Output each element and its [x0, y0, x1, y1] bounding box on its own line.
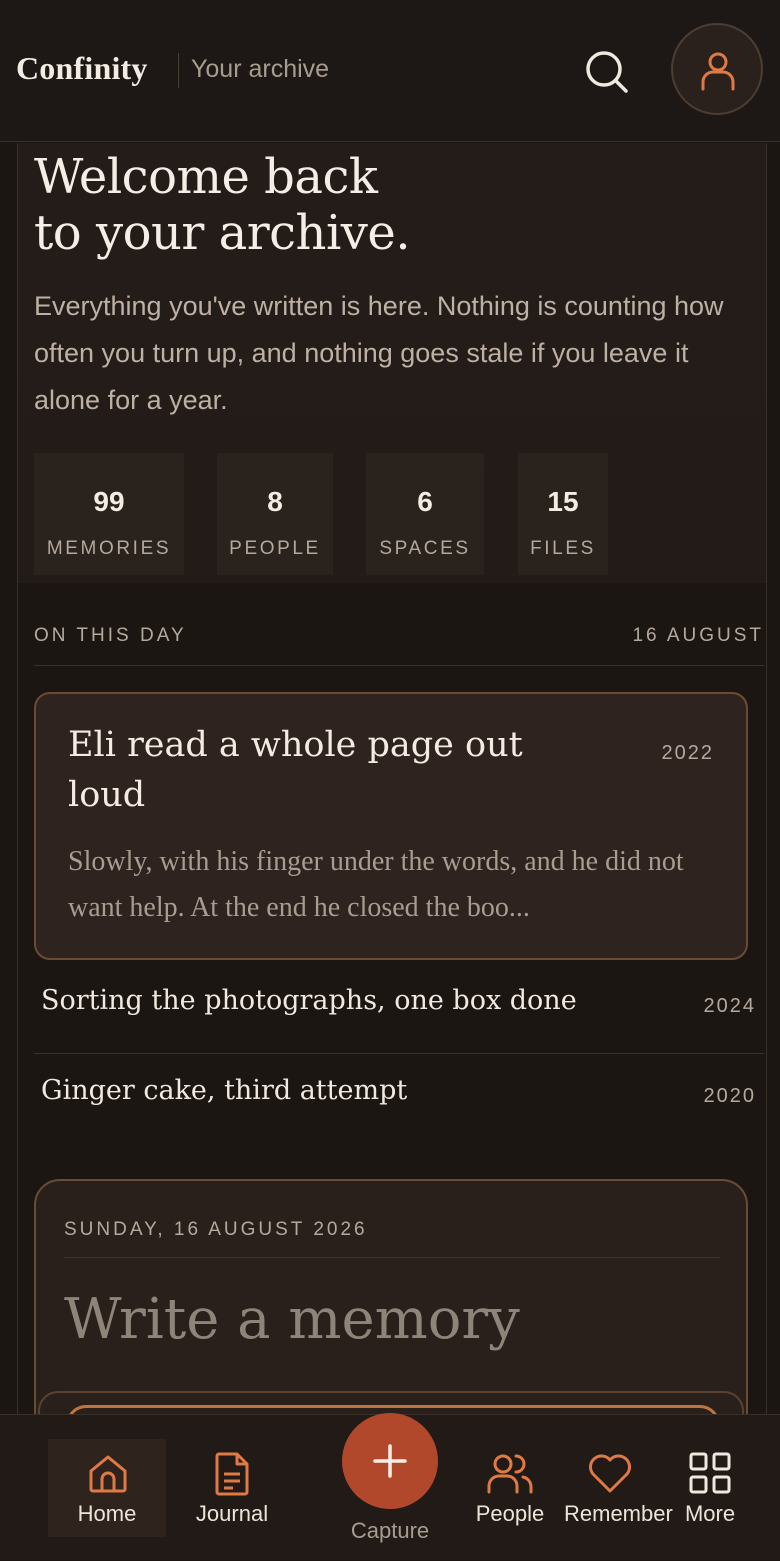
divider — [64, 1257, 720, 1258]
nav-label: Remember — [564, 1501, 673, 1526]
nav-remember[interactable]: Remember — [564, 1415, 673, 1561]
nav-more[interactable]: More — [680, 1415, 740, 1561]
stat-value: 8 — [267, 486, 283, 517]
stat-files[interactable]: 15 FILES — [518, 453, 608, 575]
nav-journal[interactable]: Journal — [188, 1415, 276, 1561]
memory-title: Eli read a whole page out loud — [68, 725, 523, 815]
nav-label: Home — [77, 1501, 137, 1526]
composer-title-input[interactable]: Write a memory — [64, 1287, 520, 1352]
stat-label: MEMORIES — [46, 538, 172, 559]
search-button[interactable] — [580, 45, 632, 97]
stat-memories[interactable]: 99 MEMORIES — [34, 453, 184, 575]
home-icon — [89, 1455, 127, 1493]
stat-spaces[interactable]: 6 SPACES — [366, 453, 484, 575]
memory-composer: SUNDAY, 16 AUGUST 2026 Write a memory — [34, 1179, 748, 1415]
featured-memory-card[interactable]: Eli read a whole page out loud 2022 Slow… — [34, 692, 748, 960]
stat-value: 15 — [547, 486, 579, 517]
heart-icon — [589, 1454, 631, 1493]
welcome-heading-line2: to your archive. — [34, 205, 411, 261]
on-this-day-header: ON THIS DAY 16 AUGUST — [34, 621, 764, 666]
nav-people[interactable]: People — [470, 1415, 550, 1561]
stat-label: SPACES — [379, 538, 471, 559]
memory-year: 2020 — [703, 1085, 756, 1107]
user-icon — [701, 52, 735, 91]
stat-label: PEOPLE — [229, 538, 321, 559]
memory-title: Ginger cake, third attempt — [41, 1075, 408, 1106]
plus-icon — [373, 1444, 407, 1478]
capture-button[interactable] — [342, 1413, 438, 1509]
memory-title: Sorting the photographs, one box done — [41, 985, 577, 1016]
memory-year: 2024 — [703, 995, 756, 1017]
composer-date: SUNDAY, 16 AUGUST 2026 — [64, 1219, 368, 1240]
list-item[interactable]: Sorting the photographs, one box done 20… — [34, 965, 764, 1054]
welcome-heading-line1: Welcome back — [34, 149, 378, 205]
people-icon — [487, 1454, 533, 1494]
app-logo[interactable]: Confinity — [16, 50, 148, 87]
grid-icon — [689, 1452, 731, 1494]
memory-excerpt: Slowly, with his finger under the words,… — [68, 846, 684, 923]
stat-people[interactable]: 8 PEOPLE — [217, 453, 333, 575]
stat-value: 6 — [417, 486, 433, 517]
stat-value: 99 — [93, 486, 125, 517]
profile-button[interactable] — [671, 23, 763, 115]
bottom-nav: Home Journal Capture People Remember Mor… — [0, 1413, 780, 1561]
nav-label: People — [475, 1501, 545, 1526]
top-bar: Confinity Your archive — [0, 0, 780, 142]
welcome-section: Welcome back to your archive. Everything… — [18, 143, 766, 583]
nav-label: Journal — [195, 1501, 269, 1526]
section-date: 16 AUGUST — [632, 625, 764, 646]
welcome-heading: Welcome back to your archive. — [34, 149, 411, 261]
main-content[interactable]: Welcome back to your archive. Everything… — [17, 143, 767, 1415]
nav-label: More — [684, 1501, 736, 1526]
capture-label: Capture — [350, 1518, 430, 1543]
stat-label: FILES — [530, 538, 596, 559]
nav-home[interactable]: Home — [48, 1415, 166, 1561]
list-item[interactable]: Ginger cake, third attempt 2020 — [34, 1055, 764, 1143]
memory-year: 2022 — [661, 742, 714, 764]
composer-body-field[interactable] — [38, 1391, 744, 1415]
welcome-description: Everything you've written is here. Nothi… — [34, 291, 724, 415]
page-subtitle: Your archive — [191, 55, 330, 83]
section-label: ON THIS DAY — [34, 625, 187, 646]
document-icon — [215, 1452, 249, 1496]
search-icon — [586, 51, 628, 93]
brand-divider — [178, 53, 179, 88]
